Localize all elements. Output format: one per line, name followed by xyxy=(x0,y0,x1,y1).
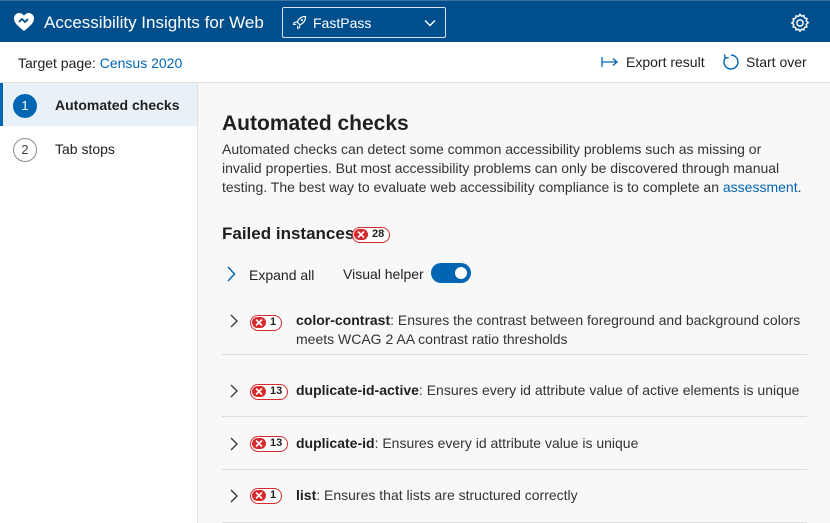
page-description: Automated checks can detect some common … xyxy=(222,140,802,197)
chevron-right-icon xyxy=(227,266,236,282)
rule-count-badge: 13 xyxy=(250,384,289,400)
target-page-link[interactable]: Census 2020 xyxy=(100,55,183,71)
nav-item-label: Tab stops xyxy=(55,141,115,157)
command-bar: Target page: Census 2020 Export result S… xyxy=(0,42,830,83)
left-nav: 1 Automated checks 2 Tab stops xyxy=(0,83,198,523)
error-x-icon xyxy=(252,317,266,328)
export-icon xyxy=(601,57,618,67)
rule-count-badge: 13 xyxy=(250,436,289,452)
rule-description: : Ensures that lists are structured corr… xyxy=(316,487,578,503)
app-title: Accessibility Insights for Web xyxy=(44,13,264,32)
failed-instances-heading: Failed instances xyxy=(222,224,355,243)
gear-icon[interactable] xyxy=(789,12,811,34)
rule-id: color-contrast xyxy=(296,312,391,328)
rule-id: duplicate-id-active xyxy=(296,382,419,398)
chevron-down-icon xyxy=(424,20,436,27)
expand-all-label: Expand all xyxy=(249,267,315,283)
chevron-right-icon xyxy=(230,384,238,398)
rule-count: 13 xyxy=(270,385,283,397)
error-x-icon xyxy=(252,490,266,501)
rule-description: : Ensures every id attribute value of ac… xyxy=(418,382,800,398)
toggle-knob xyxy=(455,267,467,279)
rule-count-badge: 1 xyxy=(250,315,283,331)
chevron-right-icon xyxy=(230,489,238,503)
assessment-link[interactable]: assessment xyxy=(723,179,798,195)
nav-item-label: Automated checks xyxy=(55,97,180,113)
target-page-label: Target page: xyxy=(18,55,100,71)
error-x-icon xyxy=(354,229,368,240)
rule-text: list: Ensures that lists are structured … xyxy=(296,486,801,505)
rule-text: duplicate-id-active: Ensures every id at… xyxy=(296,381,801,400)
visual-helper-toggle[interactable] xyxy=(431,263,471,283)
rule-row-list[interactable]: 1 list: Ensures that lists are structure… xyxy=(222,471,807,523)
rule-count: 13 xyxy=(270,437,283,449)
target-page: Target page: Census 2020 xyxy=(18,55,182,71)
description-text: Automated checks can detect some common … xyxy=(222,141,780,195)
mode-dropdown[interactable]: FastPass xyxy=(282,7,446,38)
failed-count: 28 xyxy=(372,228,385,240)
description-end: . xyxy=(797,179,802,195)
export-result-label: Export result xyxy=(626,54,705,70)
error-x-icon xyxy=(252,438,266,449)
nav-step-number: 2 xyxy=(13,138,37,162)
chevron-right-icon xyxy=(230,437,238,451)
rule-row-duplicate-id-active[interactable]: 13 duplicate-id-active: Ensures every id… xyxy=(222,365,807,417)
failed-count-badge: 28 xyxy=(352,227,391,243)
main-content: Automated checks Automated checks can de… xyxy=(198,83,830,523)
rule-text: duplicate-id: Ensures every id attribute… xyxy=(296,434,801,453)
rule-description: : Ensures every id attribute value is un… xyxy=(374,435,639,451)
error-x-icon xyxy=(252,386,266,397)
rule-count-badge: 1 xyxy=(250,488,283,504)
rule-count: 1 xyxy=(270,316,277,328)
refresh-icon xyxy=(723,54,739,70)
rule-text: color-contrast: Ensures the contrast bet… xyxy=(296,311,801,349)
visual-helper-label: Visual helper xyxy=(343,266,424,282)
nav-item-tab-stops[interactable]: 2 Tab stops xyxy=(0,127,197,170)
rule-count: 1 xyxy=(270,489,277,501)
rule-id: duplicate-id xyxy=(296,435,375,451)
nav-item-automated-checks[interactable]: 1 Automated checks xyxy=(0,83,197,126)
start-over-label: Start over xyxy=(746,54,807,70)
page-title: Automated checks xyxy=(222,112,409,135)
app-header: Accessibility Insights for Web FastPass xyxy=(0,0,830,42)
heart-icon xyxy=(14,13,34,31)
mode-dropdown-value: FastPass xyxy=(313,15,372,31)
rule-id: list xyxy=(296,487,317,503)
chevron-right-icon xyxy=(230,314,238,328)
nav-step-number: 1 xyxy=(13,94,37,118)
rule-row-duplicate-id[interactable]: 13 duplicate-id: Ensures every id attrib… xyxy=(222,418,807,470)
rule-row-color-contrast[interactable]: 1 color-contrast: Ensures the contrast b… xyxy=(222,303,807,355)
rocket-icon xyxy=(292,15,307,30)
